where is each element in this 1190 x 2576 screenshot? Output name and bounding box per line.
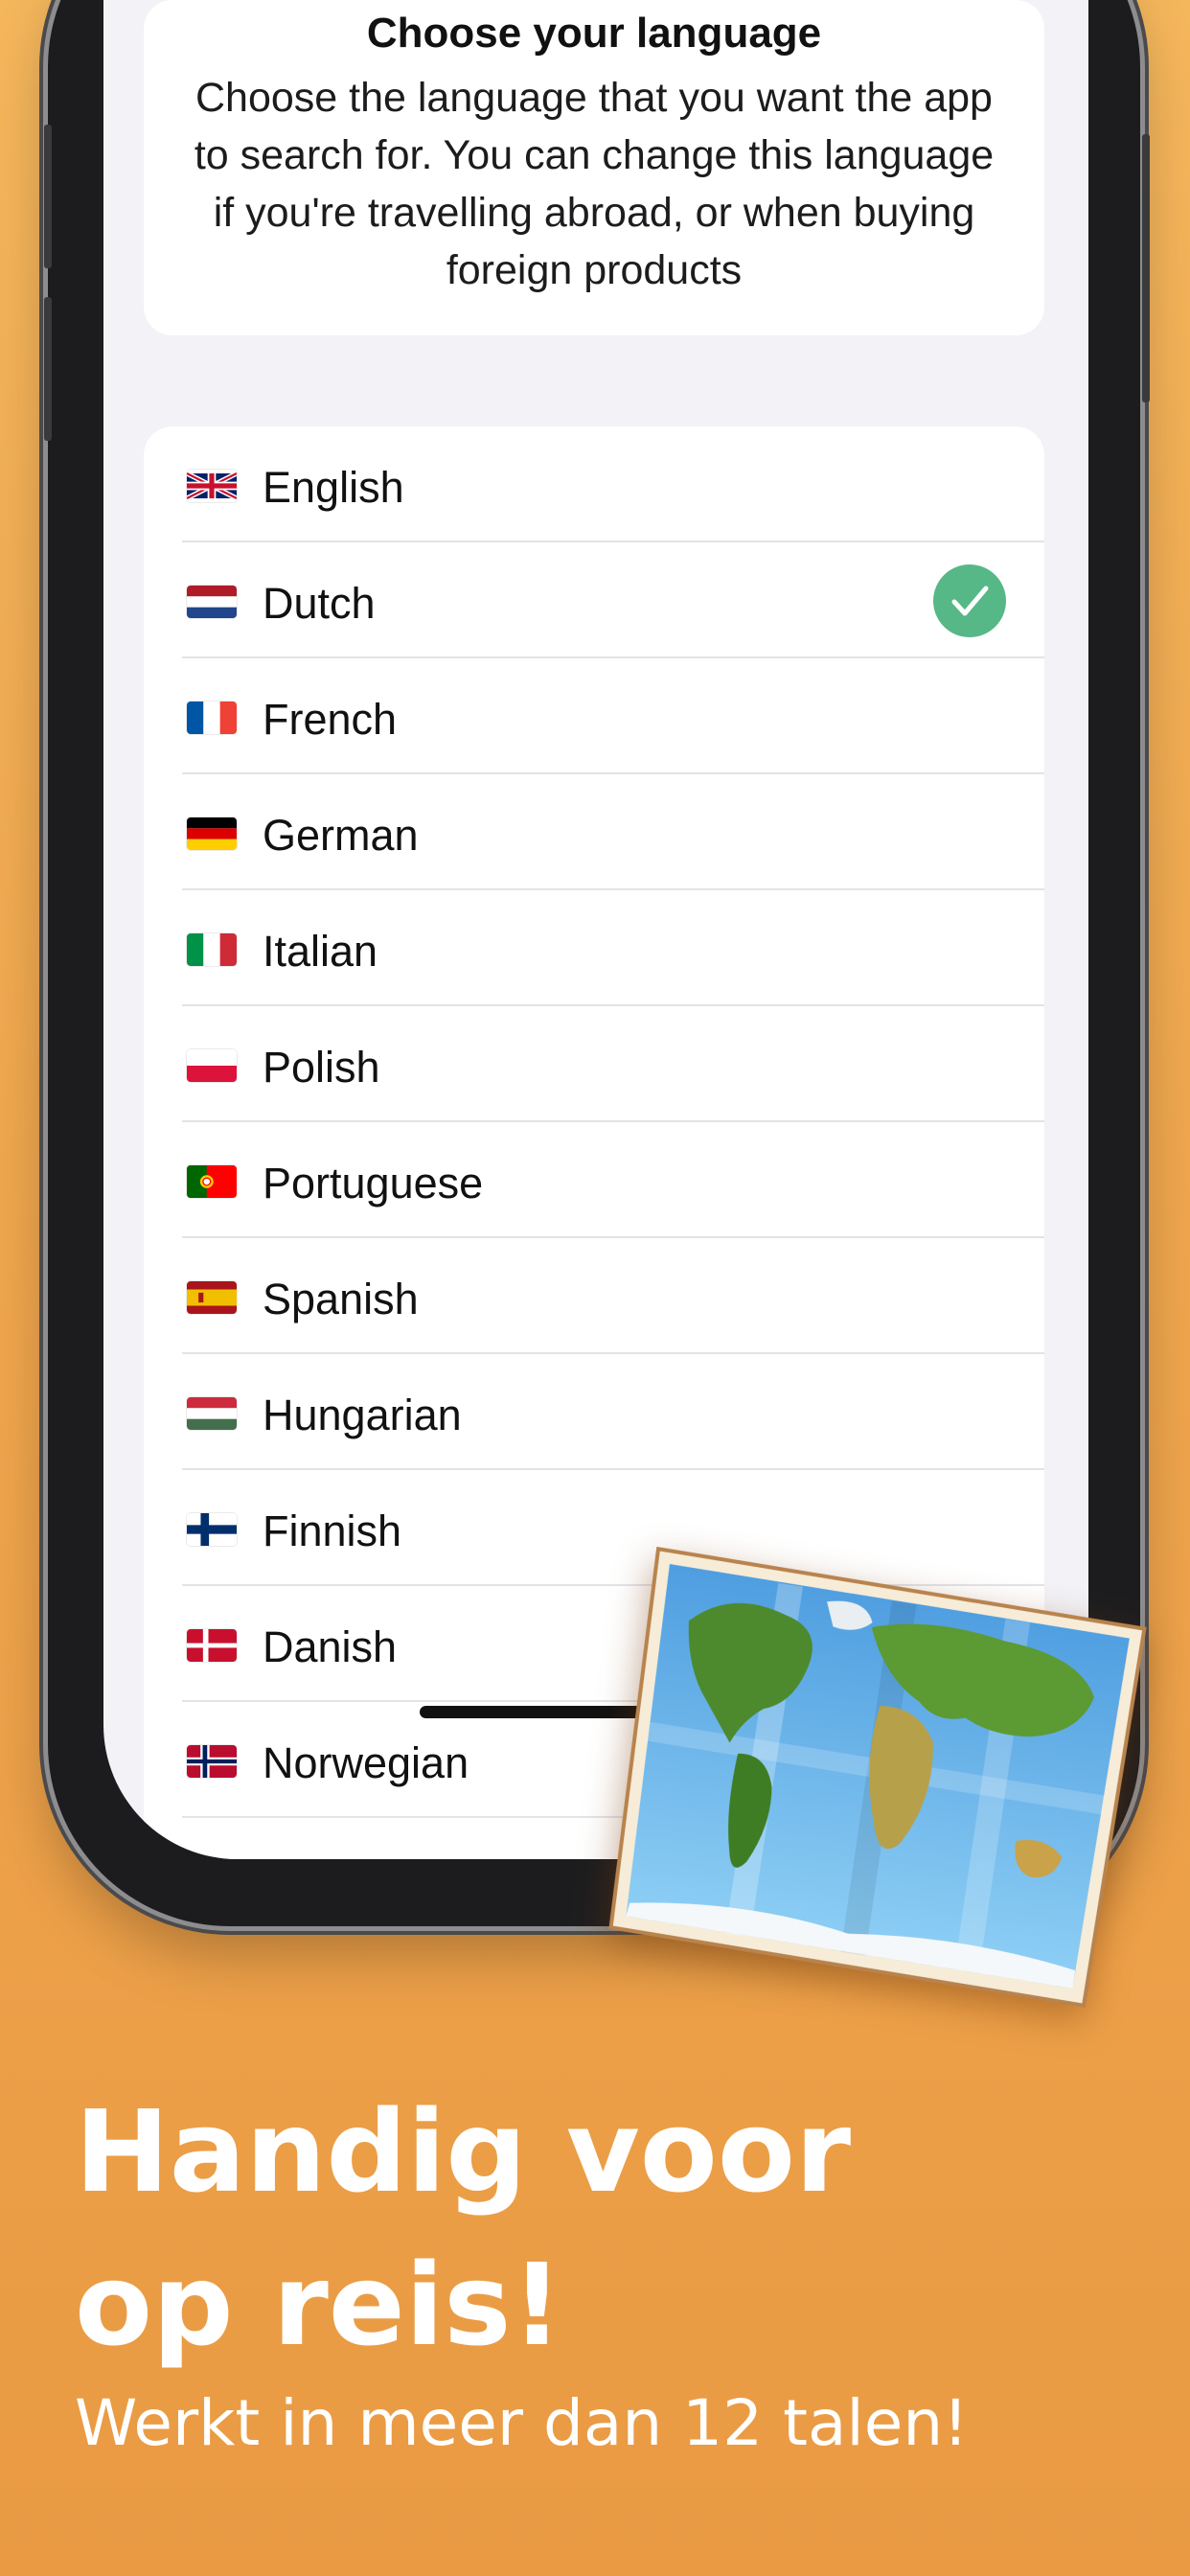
language-label: Norwegian: [263, 1738, 469, 1787]
flag-nl-icon: [187, 586, 237, 618]
language-row-english[interactable]: English: [144, 426, 1044, 542]
flag-de-icon: [187, 817, 237, 850]
phone-side-button: [44, 125, 52, 268]
flag-dk-icon: [187, 1629, 237, 1662]
language-label: Italian: [263, 927, 378, 976]
language-row-german[interactable]: German: [144, 774, 1044, 890]
language-row-french[interactable]: French: [144, 658, 1044, 774]
phone-side-button: [44, 297, 52, 441]
language-label: German: [263, 811, 419, 860]
language-row-dutch[interactable]: Dutch: [144, 542, 1044, 658]
language-row-italian[interactable]: Italian: [144, 890, 1044, 1006]
language-description: Choose the language that you want the ap…: [194, 75, 995, 293]
promo-headline-line1: Handig voor: [75, 2085, 852, 2218]
language-info-card: Choose your language Choose the language…: [144, 0, 1044, 335]
phone-power-button: [1142, 134, 1150, 402]
flag-fi-icon: [187, 1513, 237, 1546]
language-label: Hungarian: [263, 1391, 462, 1439]
flag-no-icon: [187, 1745, 237, 1778]
flag-hu-icon: [187, 1397, 237, 1430]
flag-es-icon: [187, 1281, 237, 1314]
world-map-illustration: [595, 1538, 1156, 2017]
language-row-hungarian[interactable]: Hungarian: [144, 1354, 1044, 1470]
flag-pl-icon: [187, 1049, 237, 1082]
language-row-spanish[interactable]: Spanish: [144, 1238, 1044, 1354]
promo-headline-line2: op reis!: [75, 2239, 563, 2371]
flag-it-icon: [187, 933, 237, 966]
selected-check-icon: [933, 564, 1006, 637]
language-row-polish[interactable]: Polish: [144, 1006, 1044, 1122]
language-label: Dutch: [263, 579, 376, 628]
language-label: Finnish: [263, 1506, 402, 1555]
language-row-portuguese[interactable]: Portuguese: [144, 1122, 1044, 1238]
flag-pt-icon: [187, 1165, 237, 1198]
language-label: French: [263, 695, 398, 744]
language-row-finnish[interactable]: Finnish: [144, 1470, 1044, 1586]
page-title: Choose your language: [366, 10, 822, 57]
flag-gb-icon: [187, 470, 237, 502]
language-label: Portuguese: [263, 1159, 484, 1208]
language-label: Polish: [263, 1043, 380, 1092]
language-label: Danish: [263, 1622, 398, 1671]
language-label: Spanish: [263, 1275, 419, 1323]
promo-headline: Handig voor op reis!: [75, 2075, 1129, 2381]
promo-subline: Werkt in meer dan 12 talen!: [75, 2386, 969, 2460]
language-label: English: [263, 463, 404, 512]
flag-fr-icon: [187, 702, 237, 734]
